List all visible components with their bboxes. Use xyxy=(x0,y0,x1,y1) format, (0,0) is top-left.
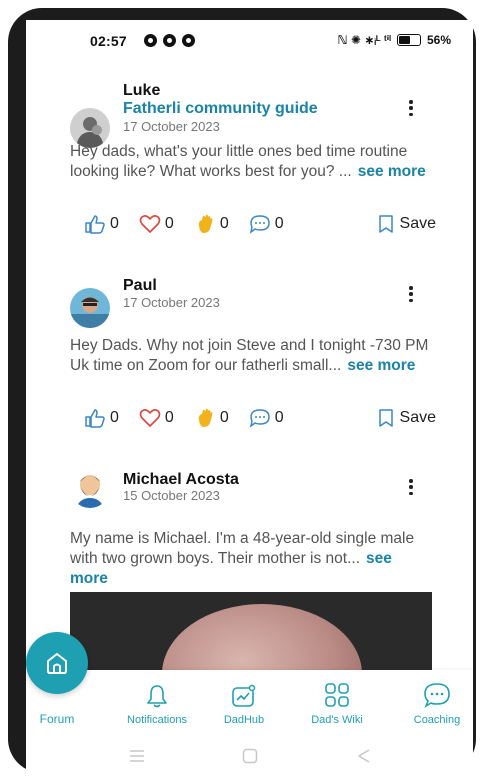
like-count: 0 xyxy=(110,215,119,232)
heart-count: 0 xyxy=(164,215,174,232)
clap-count: 0 xyxy=(219,215,229,232)
heart-count: 0 xyxy=(164,409,174,426)
forum-home-button[interactable] xyxy=(26,632,88,694)
notification-icon xyxy=(163,34,176,47)
nav-label: Forum xyxy=(39,712,75,726)
clap-button[interactable]: 0 xyxy=(194,213,229,235)
post-date: 15 October 2023 xyxy=(123,488,220,503)
nav-coaching[interactable]: Coaching xyxy=(402,670,472,740)
clap-icon xyxy=(198,214,213,233)
clap-icon xyxy=(198,408,213,427)
app-screen: 02:57 ℕ ✺ ∗ᵢᴸ ᵗⁱˡ 56% Luke Fatherli comm… xyxy=(26,20,473,775)
post-body: Hey dads, what's your little ones bed ti… xyxy=(70,142,430,182)
comment-count: 0 xyxy=(274,409,284,426)
comment-button[interactable]: 0 xyxy=(249,408,284,428)
system-navigation-bar xyxy=(26,740,473,775)
thumbs-up-icon xyxy=(85,215,105,234)
nav-dadhub[interactable]: DadHub xyxy=(214,670,274,740)
notification-icons xyxy=(144,34,195,47)
more-options-icon[interactable] xyxy=(404,477,418,497)
signal-icons: ℕ ✺ ∗ᵢᴸ ᵗⁱˡ xyxy=(337,33,391,47)
save-label: Save xyxy=(399,215,436,232)
home-icon xyxy=(47,653,67,674)
post-date: 17 October 2023 xyxy=(123,119,220,134)
nav-label: Coaching xyxy=(413,714,461,726)
battery-icon xyxy=(396,34,421,46)
like-button[interactable]: 0 xyxy=(84,214,119,234)
author-name[interactable]: Michael Acosta xyxy=(123,471,239,489)
heart-button[interactable]: 0 xyxy=(139,408,174,428)
heart-icon xyxy=(139,409,161,427)
see-more-link[interactable]: see more xyxy=(347,357,415,374)
more-options-icon[interactable] xyxy=(404,98,418,118)
author-name[interactable]: Luke xyxy=(123,82,160,100)
battery-percent: 56% xyxy=(426,33,451,47)
avatar[interactable] xyxy=(70,288,110,328)
heart-button[interactable]: 0 xyxy=(139,214,174,234)
clap-count: 0 xyxy=(219,409,229,426)
post-body: Hey Dads. Why not join Steve and I tonig… xyxy=(70,336,430,376)
avatar[interactable] xyxy=(70,468,110,508)
bell-icon xyxy=(147,685,167,708)
reaction-bar: 0 0 0 0 Save xyxy=(84,405,436,431)
clap-button[interactable]: 0 xyxy=(194,407,229,429)
nav-notifications[interactable]: Notifications xyxy=(114,670,200,740)
post-body: My name is Michael. I'm a 48-year-old si… xyxy=(70,529,430,589)
chat-bubble-icon xyxy=(424,683,450,708)
bottom-navigation: Forum Notifications DadHub Dad's Wiki Co… xyxy=(26,670,473,740)
post-date: 17 October 2023 xyxy=(123,295,220,310)
back-triangle-icon[interactable] xyxy=(356,748,372,764)
like-count: 0 xyxy=(110,409,119,426)
nav-label: Dad's Wiki xyxy=(311,714,363,726)
more-options-icon[interactable] xyxy=(404,284,418,304)
nav-label: DadHub xyxy=(223,714,265,726)
save-label: Save xyxy=(399,409,436,426)
reaction-bar: 0 0 0 0 Save xyxy=(84,211,436,237)
recent-apps-icon[interactable] xyxy=(128,748,146,764)
bookmark-icon xyxy=(378,409,393,427)
post-text: My name is Michael. I'm a 48-year-old si… xyxy=(70,530,415,567)
notification-icon xyxy=(182,34,195,47)
see-more-link[interactable]: see more xyxy=(358,163,426,180)
bookmark-icon xyxy=(378,215,393,233)
comment-icon xyxy=(249,215,270,234)
status-right: ℕ ✺ ∗ᵢᴸ ᵗⁱˡ 56% xyxy=(338,33,451,47)
home-square-icon[interactable] xyxy=(242,748,258,764)
status-bar: 02:57 ℕ ✺ ∗ᵢᴸ ᵗⁱˡ 56% xyxy=(26,20,473,64)
status-time: 02:57 xyxy=(90,33,127,49)
comment-button[interactable]: 0 xyxy=(249,214,284,234)
nav-dads-wiki[interactable]: Dad's Wiki xyxy=(302,670,372,740)
comment-count: 0 xyxy=(274,215,284,232)
heart-icon xyxy=(139,215,161,233)
like-button[interactable]: 0 xyxy=(84,408,119,428)
chart-icon xyxy=(232,684,256,707)
group-link[interactable]: Fatherli community guide xyxy=(123,100,318,118)
grid-icon xyxy=(325,683,349,707)
post-text: Hey dads, what's your little ones bed ti… xyxy=(70,143,408,180)
comment-icon xyxy=(249,409,270,428)
post-image[interactable] xyxy=(70,592,432,682)
thumbs-up-icon xyxy=(85,409,105,428)
nav-label: Notifications xyxy=(127,714,187,726)
save-button[interactable]: Save xyxy=(378,215,436,233)
save-button[interactable]: Save xyxy=(378,409,436,427)
author-name[interactable]: Paul xyxy=(123,277,157,295)
notification-icon xyxy=(144,34,157,47)
